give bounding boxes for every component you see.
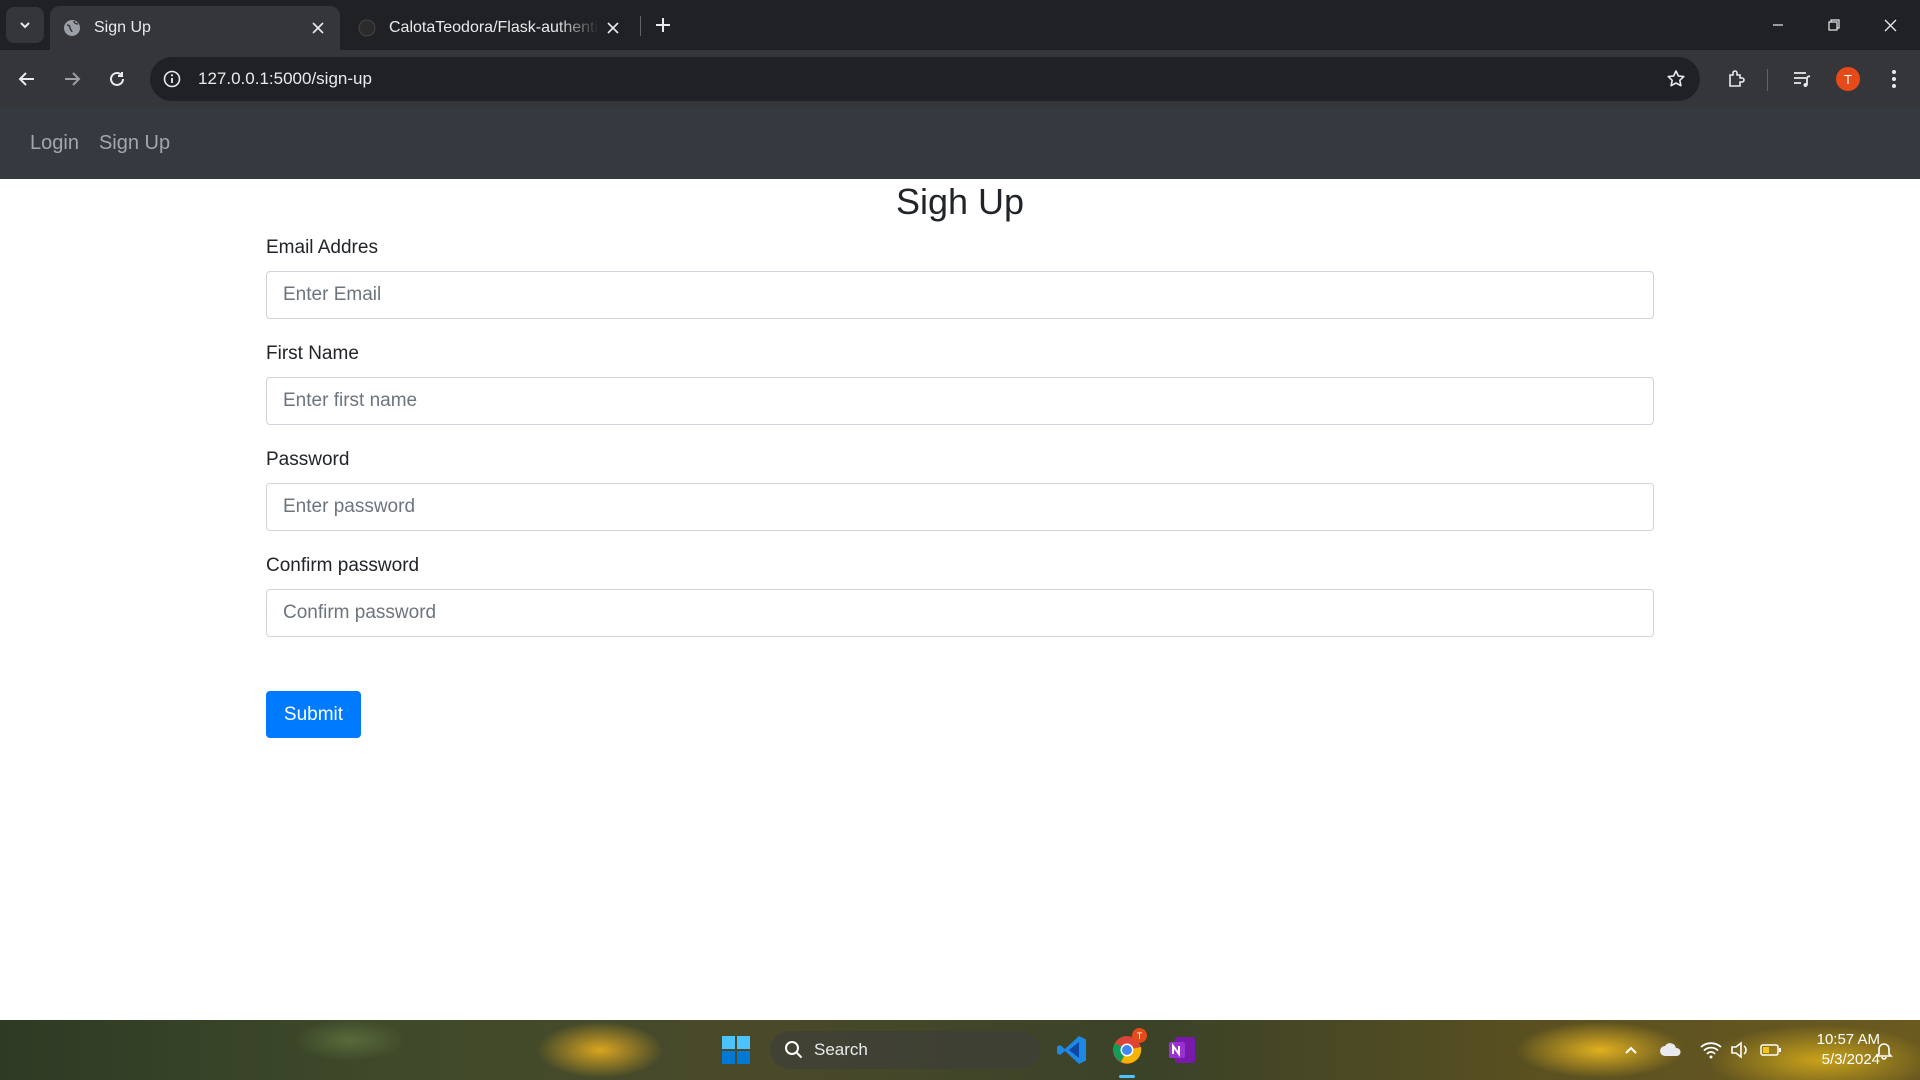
- extensions-icon[interactable]: [1718, 61, 1754, 97]
- taskbar-clock[interactable]: 10:57 AM 5/3/2024: [1790, 1030, 1880, 1070]
- bookmark-star-icon[interactable]: [1658, 61, 1694, 97]
- page-title: Sigh Up: [895, 181, 1025, 222]
- email-label: Email Addres: [266, 237, 378, 258]
- url-text: 127.0.0.1:5000/sign-up: [198, 69, 372, 88]
- onenote-app[interactable]: [1162, 1030, 1202, 1070]
- close-window-button[interactable]: [1862, 0, 1918, 50]
- email-field[interactable]: [266, 271, 1654, 319]
- restore-icon: [1828, 19, 1840, 31]
- media-control-icon[interactable]: [1784, 61, 1820, 97]
- restore-button[interactable]: [1806, 0, 1862, 50]
- tab-search-button[interactable]: [6, 7, 44, 43]
- minimize-button[interactable]: [1750, 0, 1806, 50]
- address-bar[interactable]: 127.0.0.1:5000/sign-up: [150, 57, 1700, 101]
- close-tab-icon[interactable]: [304, 14, 332, 42]
- tab-divider: [640, 16, 641, 36]
- start-button[interactable]: [716, 1030, 756, 1070]
- confirm-password-field[interactable]: [266, 589, 1654, 637]
- notification-bell-icon[interactable]: [1872, 1038, 1896, 1062]
- password-field[interactable]: [266, 483, 1654, 531]
- site-navbar: Login Sign Up: [0, 108, 1920, 179]
- site-info-icon[interactable]: [154, 61, 190, 97]
- battery-icon[interactable]: [1759, 1038, 1783, 1062]
- nav-login-link[interactable]: Login: [30, 132, 79, 155]
- avatar: T: [1836, 67, 1860, 91]
- first-name-field[interactable]: [266, 377, 1654, 425]
- onenote-icon: [1169, 1037, 1195, 1063]
- vscode-app[interactable]: [1052, 1030, 1092, 1070]
- active-app-indicator: [1119, 1075, 1135, 1078]
- chrome-profile-badge: T: [1132, 1028, 1147, 1043]
- first-name-label: First Name: [266, 343, 359, 364]
- browser-toolbar: 127.0.0.1:5000/sign-up T: [0, 50, 1920, 108]
- clock-date: 5/3/2024: [1821, 1051, 1880, 1068]
- confirm-password-label: Confirm password: [266, 555, 420, 576]
- globe-icon: [62, 18, 82, 38]
- chevron-down-icon: [20, 22, 30, 29]
- github-icon: [357, 18, 377, 38]
- tab-title: Sign Up: [94, 19, 151, 36]
- profile-button[interactable]: T: [1830, 61, 1866, 97]
- search-icon: [785, 1041, 803, 1059]
- sign-up-form: Email Addres First Name Password Confirm…: [266, 235, 1654, 659]
- menu-button[interactable]: [1876, 61, 1912, 97]
- show-hidden-icons-chevron-up-icon[interactable]: [1619, 1038, 1643, 1062]
- clock-time: 10:57 AM: [1816, 1031, 1880, 1048]
- close-tab-icon[interactable]: [599, 14, 627, 42]
- tab-github[interactable]: CalotaTeodora/Flask-authentication: [345, 6, 635, 50]
- page-content: Sigh Up Email Addres First Name Password…: [0, 179, 1920, 1020]
- search-label: Search: [814, 1040, 868, 1059]
- volume-icon[interactable]: [1728, 1038, 1752, 1062]
- close-icon: [1884, 19, 1896, 31]
- plus-icon: [656, 18, 670, 32]
- arrow-left-icon: [18, 72, 34, 86]
- back-button[interactable]: [9, 61, 45, 97]
- submit-button[interactable]: Submit: [266, 691, 361, 738]
- windows-logo-icon: [722, 1036, 750, 1064]
- vscode-icon: [1057, 1036, 1086, 1064]
- chrome-app[interactable]: T: [1107, 1028, 1147, 1078]
- tab-sign-up[interactable]: Sign Up: [50, 6, 340, 50]
- toolbar-divider: [1767, 69, 1768, 91]
- forward-button[interactable]: [54, 61, 90, 97]
- minimize-icon: [1773, 24, 1783, 26]
- reload-button[interactable]: [99, 61, 135, 97]
- tab-title: CalotaTeodora/Flask-authentication: [389, 19, 599, 36]
- password-label: Password: [266, 449, 350, 470]
- new-tab-button[interactable]: [648, 10, 678, 40]
- taskbar-search[interactable]: Search: [770, 1031, 1040, 1069]
- more-vertical-icon: [1892, 70, 1896, 88]
- browser-tab-strip: Sign Up CalotaTeodora/Flask-authenticati…: [0, 0, 1920, 50]
- nav-sign-up-link[interactable]: Sign Up: [99, 132, 170, 155]
- reload-icon: [110, 71, 124, 86]
- arrow-right-icon: [65, 72, 81, 86]
- windows-taskbar: Search T 10:57 AM 5/3/2024: [0, 1020, 1920, 1080]
- wifi-icon[interactable]: [1699, 1038, 1723, 1062]
- onedrive-cloud-icon[interactable]: [1659, 1038, 1683, 1062]
